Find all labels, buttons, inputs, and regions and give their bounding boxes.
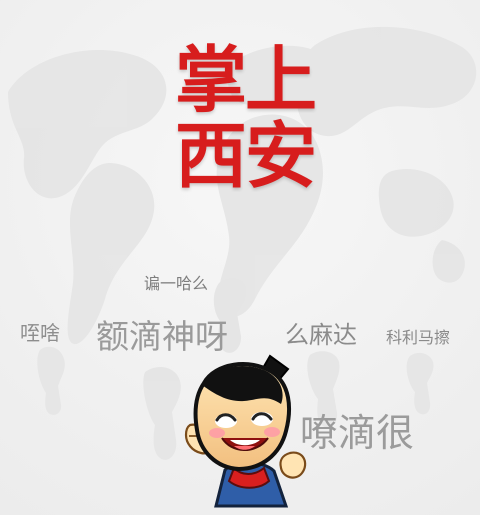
- splash-screen: 掌上 西安 谝一哈么 咥啥 额滴神呀 么麻达 科利马擦 嘹滴很: [0, 0, 480, 515]
- dialect-word-5: 科利马擦: [386, 328, 451, 347]
- logo-line-bottom: 西安: [174, 114, 317, 198]
- dialect-word-1: 谝一哈么: [144, 274, 209, 293]
- dialect-word-3: 额滴神呀: [96, 317, 228, 356]
- dialect-word-6: 嘹滴很: [300, 411, 415, 455]
- cartoon-mascot-icon: [184, 354, 307, 508]
- dialect-word-2: 咥啥: [20, 321, 60, 345]
- app-logo: 掌上 西安: [160, 42, 330, 194]
- logo-line-top: 掌上: [174, 38, 317, 122]
- dialect-word-4: 么麻达: [285, 321, 357, 349]
